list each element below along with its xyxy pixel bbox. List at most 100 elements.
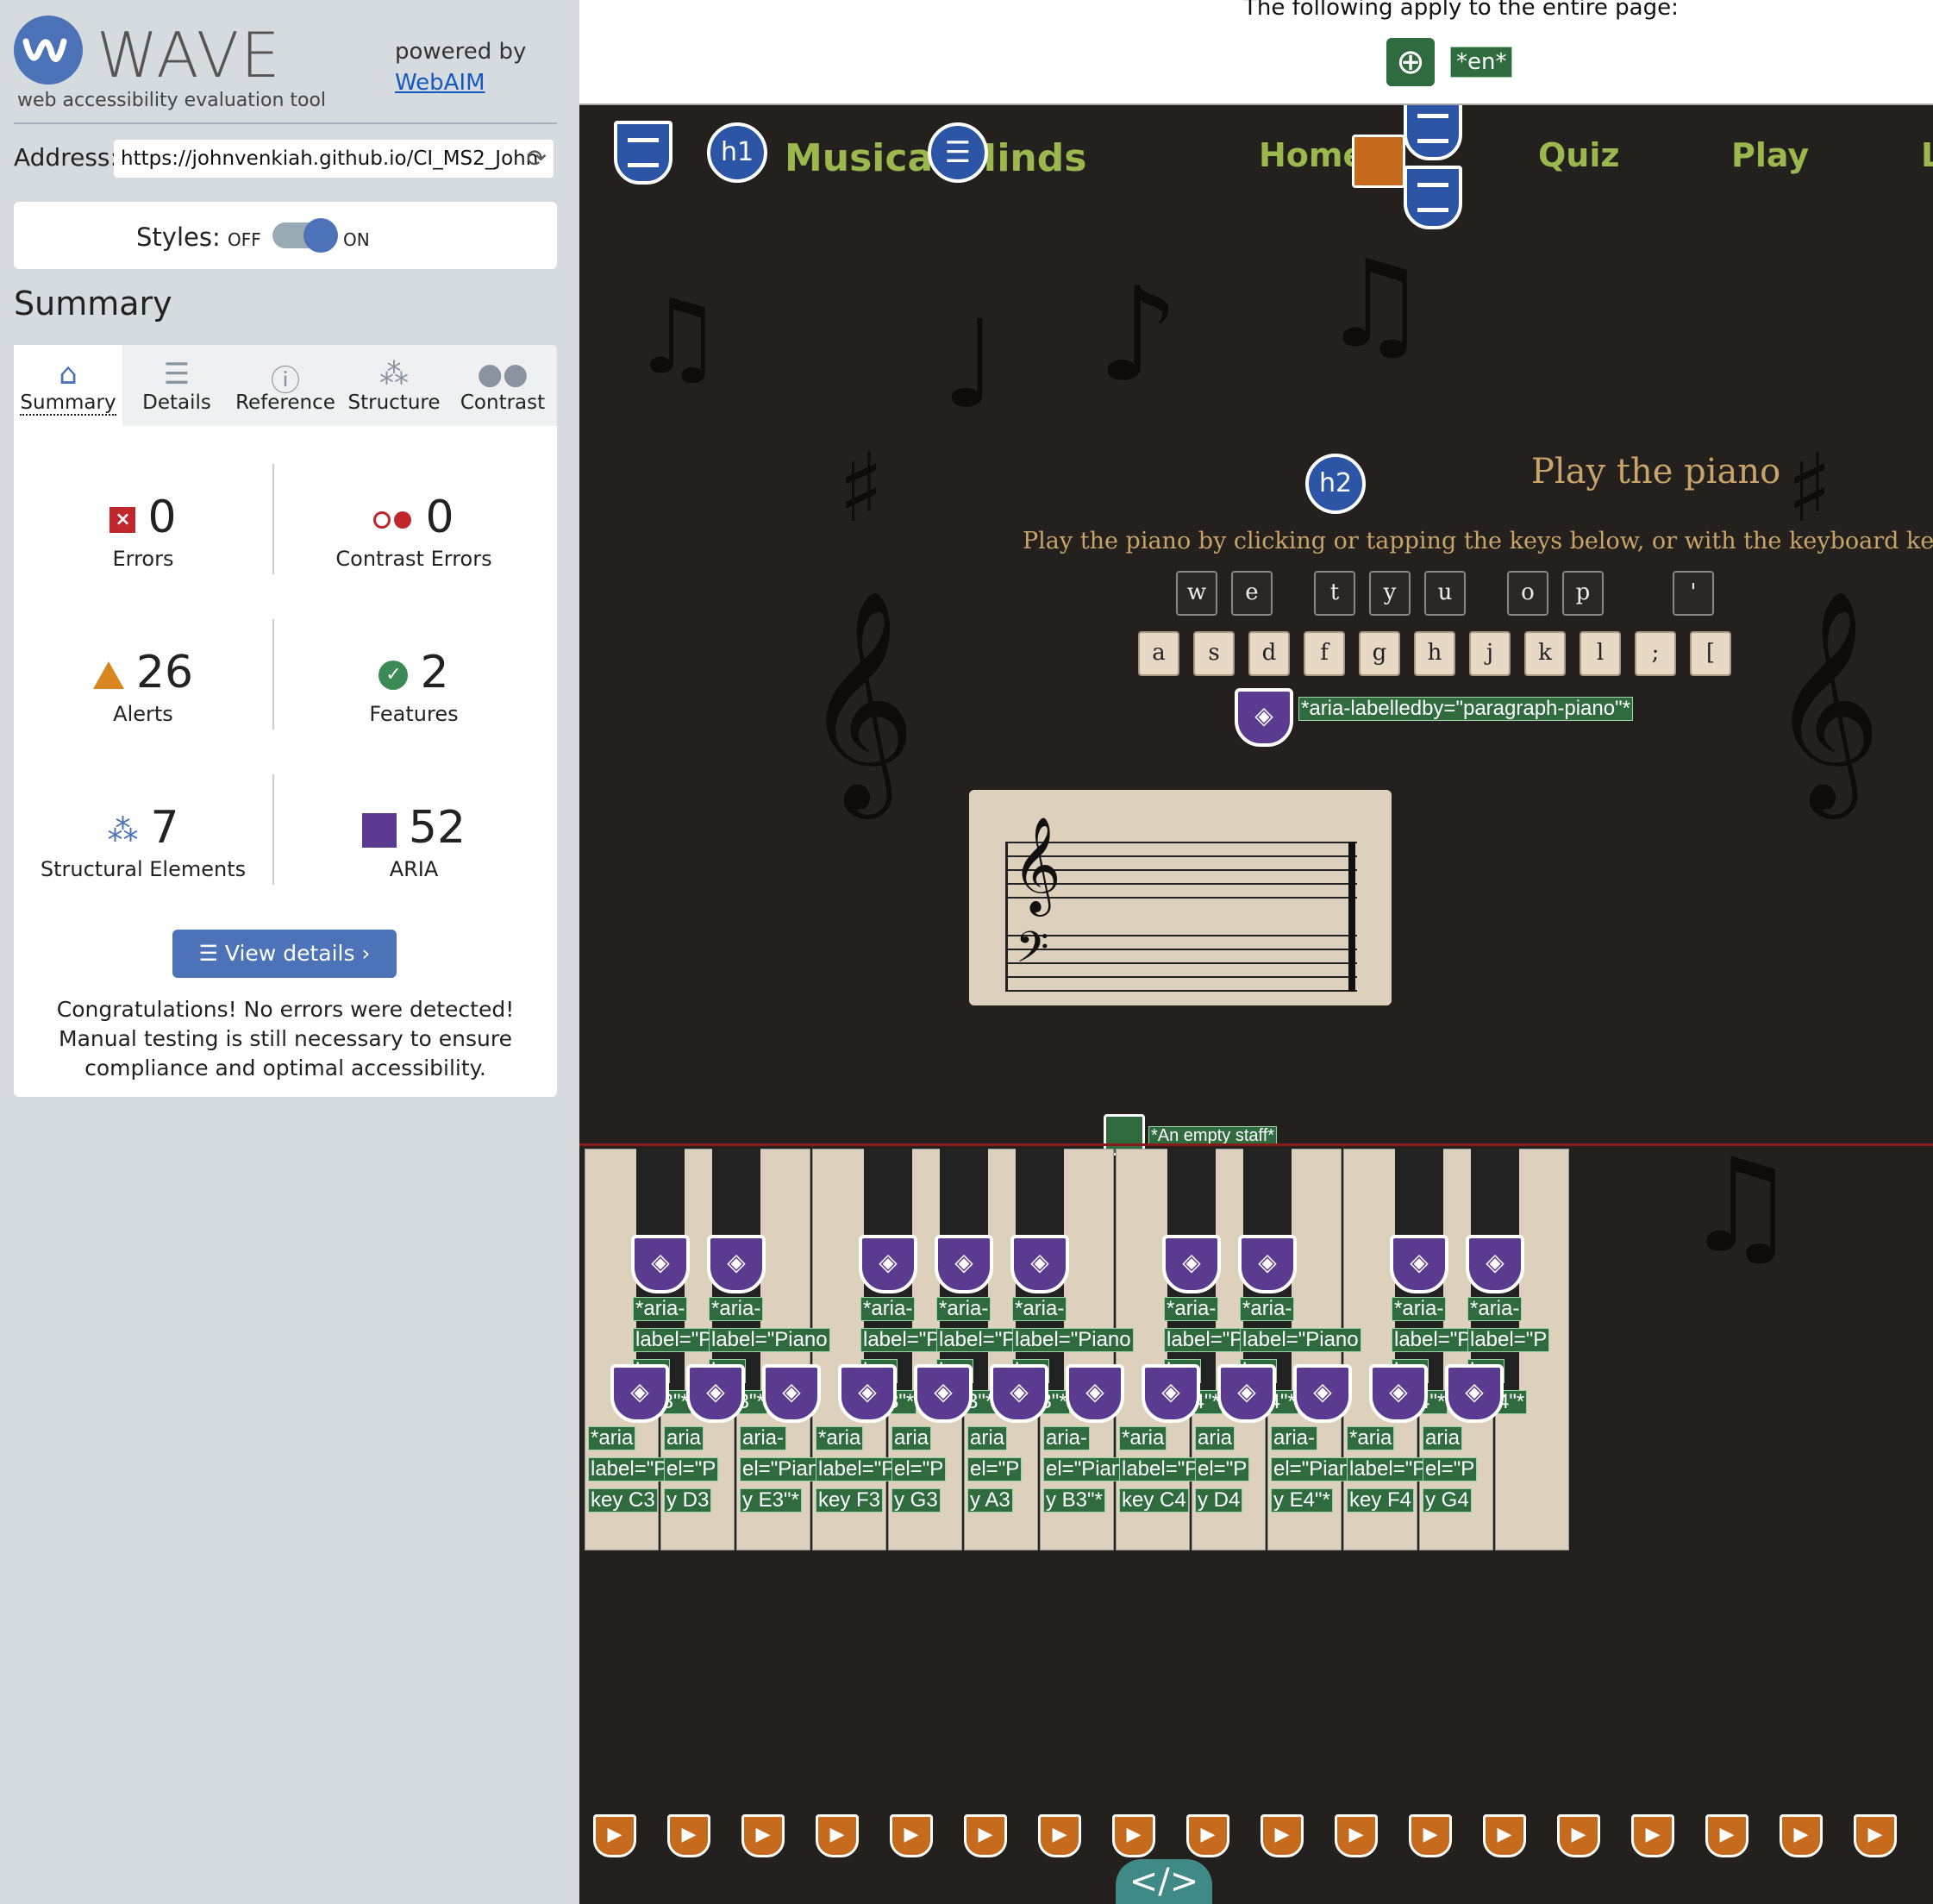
aria-tag-icon[interactable]: ◈: [1066, 1364, 1124, 1423]
aria-label-text: label="P: [816, 1457, 898, 1481]
address-input[interactable]: https://johnvenkiah.github.io/CI_MS2_Joh…: [114, 140, 554, 178]
aria-tag-icon[interactable]: ◈: [610, 1364, 669, 1423]
nav-more[interactable]: L: [1921, 136, 1933, 174]
media-alert-icon[interactable]: ▶: [1557, 1814, 1600, 1857]
aria-tag-icon[interactable]: ◈: [1293, 1364, 1352, 1423]
aria-tag-icon[interactable]: ◈: [1142, 1364, 1200, 1423]
list-item-icon[interactable]: [1404, 105, 1462, 160]
aria-tag-icon[interactable]: ◈: [707, 1235, 766, 1293]
redundant-link-alert-icon[interactable]: [1352, 135, 1405, 188]
header-structure-icon[interactable]: [614, 121, 672, 185]
aria-tag-icon[interactable]: ◈: [1390, 1235, 1448, 1293]
hint-key: h: [1414, 631, 1455, 676]
tab-structure[interactable]: ⁂ Structure: [340, 345, 448, 426]
wave-sidebar: WAVE web accessibility evaluation tool p…: [0, 0, 579, 1904]
aria-tag-icon[interactable]: ◈: [1217, 1364, 1276, 1423]
media-alert-icon[interactable]: ▶: [741, 1814, 785, 1857]
aria-tag-icon[interactable]: ◈: [838, 1364, 897, 1423]
summary-panel: × 0 Errors 0 Contrast Errors 26 Alerts ✓ 2…: [14, 426, 557, 1097]
hint-key: s: [1193, 631, 1235, 676]
note-decoration: ♩: [941, 295, 999, 435]
globe-icon[interactable]: ⊕: [1386, 38, 1435, 86]
hint-key: y: [1369, 571, 1411, 616]
aria-tag-icon[interactable]: ◈: [1445, 1364, 1504, 1423]
language-badge[interactable]: *en*: [1450, 47, 1513, 78]
aria-tag-icon[interactable]: ◈: [1010, 1235, 1069, 1293]
tab-contrast[interactable]: ●● Contrast: [448, 345, 557, 426]
stat-contrast-errors[interactable]: 0 Contrast Errors: [285, 492, 543, 571]
aria-tag-icon[interactable]: ◈: [762, 1364, 821, 1423]
media-alert-icon[interactable]: ▶: [593, 1814, 636, 1857]
styles-toggle[interactable]: [272, 218, 338, 253]
h1-badge[interactable]: h1: [707, 122, 767, 183]
contrast-icon: ●●: [477, 357, 529, 391]
staff-end-bar: [1348, 842, 1355, 992]
list-structure-icon[interactable]: ☰: [928, 122, 988, 183]
hint-key: e: [1231, 571, 1273, 616]
staff-alt-label: *An empty staff*: [1148, 1126, 1278, 1145]
nav-quiz[interactable]: Quiz: [1538, 136, 1620, 174]
aria-tag-icon[interactable]: ◈: [859, 1235, 917, 1293]
aria-tag-icon[interactable]: ◈: [1369, 1364, 1428, 1423]
media-alert-icon[interactable]: ▶: [1631, 1814, 1674, 1857]
aria-label-text: y B3"*: [1043, 1488, 1105, 1513]
aria-tag-icon[interactable]: ◈: [1235, 688, 1293, 747]
media-alert-icon[interactable]: ▶: [667, 1814, 710, 1857]
aria-label-text: *aria-: [1012, 1297, 1067, 1321]
media-alert-icon[interactable]: ▶: [1261, 1814, 1304, 1857]
reload-icon[interactable]: ⟳: [527, 140, 547, 178]
stat-structural[interactable]: ⁂ 7 Structural Elements: [14, 802, 272, 881]
list-item-icon[interactable]: [1404, 166, 1462, 229]
tab-details[interactable]: ☰ Details: [122, 345, 231, 426]
nav-home[interactable]: Home: [1259, 136, 1365, 174]
note-decoration: ♫: [1683, 1131, 1799, 1281]
media-alert-icon[interactable]: ▶: [816, 1814, 859, 1857]
media-alert-icon[interactable]: ▶: [1335, 1814, 1378, 1857]
media-alert-icon[interactable]: ▶: [1780, 1814, 1823, 1857]
aria-tag-icon[interactable]: ◈: [1466, 1235, 1524, 1293]
media-alert-icon[interactable]: ▶: [1483, 1814, 1526, 1857]
nav-play[interactable]: Play: [1731, 136, 1809, 174]
aria-label-text: key C4: [1119, 1488, 1189, 1513]
aria-tag-icon[interactable]: ◈: [1238, 1235, 1297, 1293]
list-icon: ☰: [198, 941, 225, 966]
note-decoration: ♯: [838, 433, 885, 543]
aria-tag-icon[interactable]: ◈: [1162, 1235, 1221, 1293]
aria-tag-icon[interactable]: ◈: [935, 1235, 993, 1293]
piano-top-edge: [579, 1143, 1933, 1146]
aria-label-text: aria-: [740, 1426, 787, 1450]
view-details-button[interactable]: ☰ View details ›: [172, 930, 397, 978]
tab-reference[interactable]: ⓘ Reference: [231, 345, 340, 426]
styles-off-label: OFF: [228, 229, 261, 250]
aria-label-text: key C3: [588, 1488, 658, 1513]
divider: [14, 122, 557, 124]
aria-cube-icon: [361, 813, 397, 848]
media-alert-icon[interactable]: ▶: [1038, 1814, 1081, 1857]
code-toggle-button[interactable]: </>: [1116, 1859, 1212, 1904]
aria-tag-icon[interactable]: ◈: [686, 1364, 745, 1423]
stat-features[interactable]: ✓ 2 Features: [285, 647, 543, 726]
evaluated-page: The following apply to the entire page: …: [579, 0, 1933, 1904]
media-alert-icon[interactable]: ▶: [1854, 1814, 1897, 1857]
aria-tag-icon[interactable]: ◈: [990, 1364, 1048, 1423]
aria-tag-icon[interactable]: ◈: [631, 1235, 690, 1293]
media-alert-icon[interactable]: ▶: [1186, 1814, 1229, 1857]
media-alert-icon[interactable]: ▶: [1112, 1814, 1155, 1857]
aria-label-text: *aria-: [860, 1297, 916, 1321]
media-alert-icon[interactable]: ▶: [1409, 1814, 1452, 1857]
note-decoration: 𝄞: [1769, 588, 1882, 809]
tab-summary[interactable]: ⌂ Summary: [14, 345, 122, 426]
structure-icon: ⁂: [379, 357, 409, 391]
stat-alerts[interactable]: 26 Alerts: [14, 647, 272, 726]
aria-tag-icon[interactable]: ◈: [914, 1364, 973, 1423]
aria-label-text: el="P: [967, 1457, 1023, 1481]
webaim-link[interactable]: WebAIM: [395, 70, 485, 96]
aria-labelledby-label: *aria-labelledby="paragraph-piano"*: [1298, 697, 1633, 721]
stat-aria[interactable]: 52 ARIA: [285, 802, 543, 881]
stat-errors[interactable]: × 0 Errors: [14, 492, 272, 571]
hint-key: u: [1424, 571, 1466, 616]
media-alert-icon[interactable]: ▶: [890, 1814, 933, 1857]
media-alert-icon[interactable]: ▶: [964, 1814, 1007, 1857]
h2-badge[interactable]: h2: [1305, 454, 1366, 514]
media-alert-icon[interactable]: ▶: [1705, 1814, 1748, 1857]
